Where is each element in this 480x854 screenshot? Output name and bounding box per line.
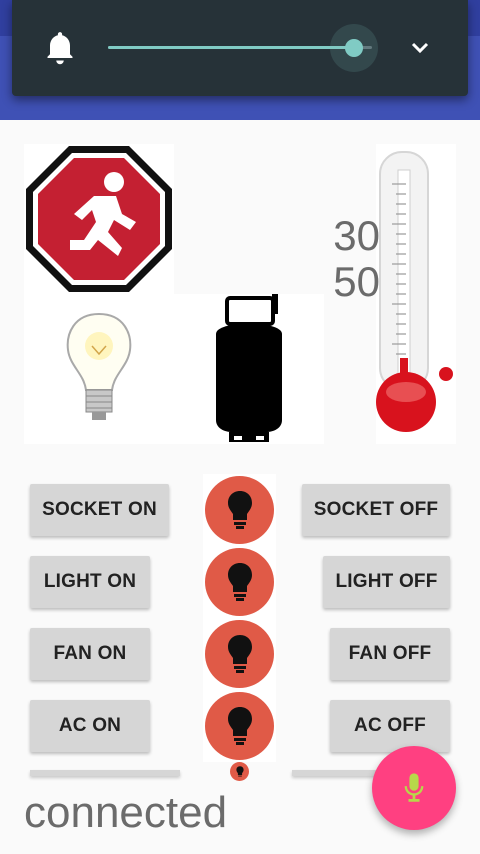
light-off-button[interactable]: LIGHT OFF	[323, 556, 450, 608]
light-bulb-icon	[227, 491, 252, 529]
volume-slider-thumb[interactable]	[345, 39, 363, 57]
image-gap	[174, 144, 324, 294]
ac-off-button[interactable]: AC OFF	[330, 700, 450, 752]
volume-slider[interactable]	[108, 24, 378, 72]
light-bulb-icon	[227, 707, 252, 745]
partial-button-right[interactable]	[292, 770, 382, 776]
partial-status-lamp	[230, 762, 249, 781]
ac-on-button[interactable]: AC ON	[30, 700, 150, 752]
voice-command-button[interactable]	[372, 746, 456, 830]
fan-off-button[interactable]: FAN OFF	[330, 628, 450, 680]
light-bulb-icon	[24, 294, 174, 444]
exit-sign-icon	[26, 146, 172, 292]
light-bulb-icon	[235, 765, 244, 776]
humidity-reading: 50	[333, 258, 380, 305]
partial-button-left[interactable]	[30, 770, 180, 776]
microphone-icon	[404, 773, 424, 802]
light-bulb-icon	[227, 563, 252, 601]
gas-cylinder-icon	[174, 294, 324, 444]
ac-status-lamp	[205, 692, 274, 760]
light-on-button[interactable]: LIGHT ON	[30, 556, 150, 608]
volume-slider-fill	[108, 46, 354, 49]
light-bulb-icon	[227, 635, 252, 673]
light-status-lamp	[205, 548, 274, 616]
socket-on-button[interactable]: SOCKET ON	[30, 484, 169, 536]
volume-panel	[12, 0, 468, 96]
socket-status-lamp	[205, 476, 274, 544]
chevron-down-icon[interactable]	[406, 36, 434, 60]
socket-off-button[interactable]: SOCKET OFF	[302, 484, 450, 536]
connection-status: connected	[24, 788, 228, 837]
thermometer-icon	[376, 144, 456, 444]
fan-status-lamp	[205, 620, 274, 688]
bell-icon[interactable]	[45, 30, 75, 66]
temperature-reading: 30	[333, 212, 380, 259]
fan-on-button[interactable]: FAN ON	[30, 628, 150, 680]
